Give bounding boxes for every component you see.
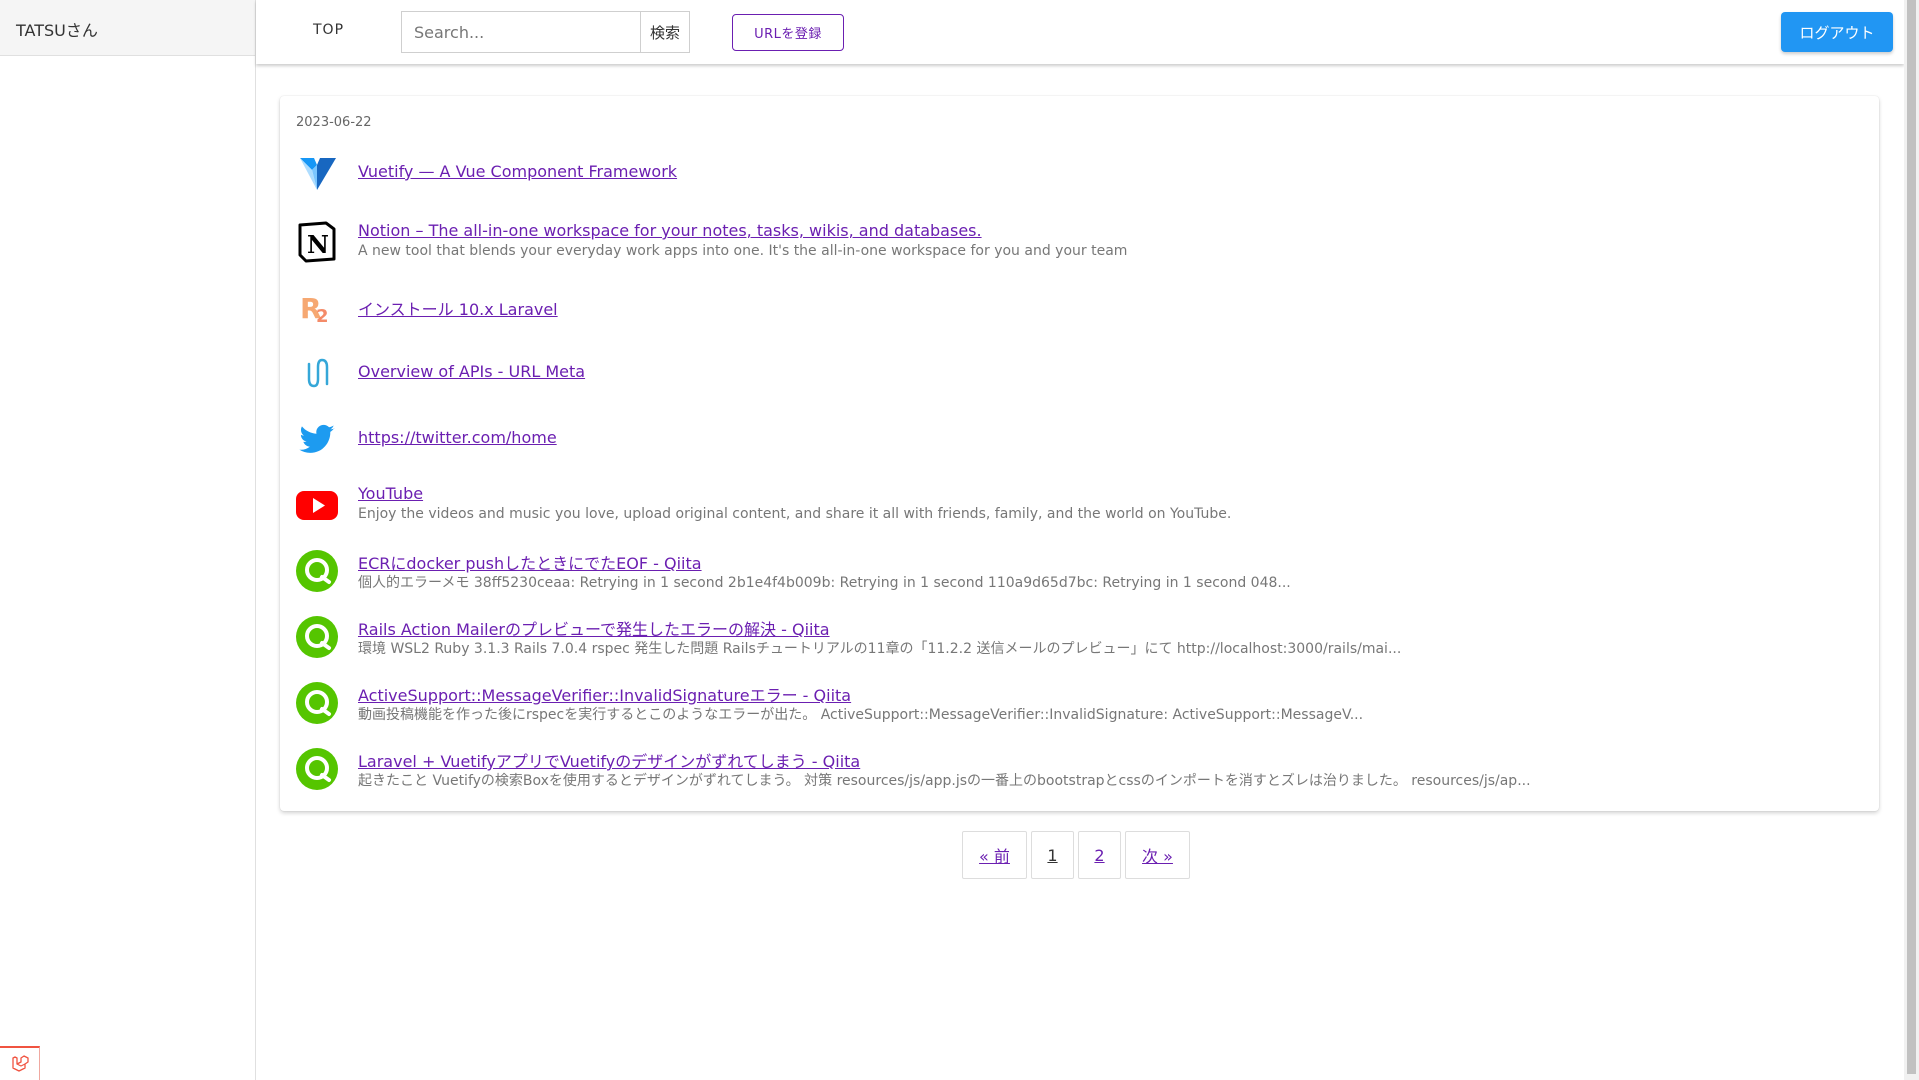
bookmark-title[interactable]: Rails Action Mailerのプレビューで発生したエラーの解決 - Q… bbox=[358, 616, 830, 640]
bookmark-title[interactable]: Notion – The all-in-one workspace for yo… bbox=[358, 221, 982, 240]
sidebar-user-name[interactable]: TATSUさん bbox=[0, 0, 255, 56]
svg-text:2: 2 bbox=[316, 306, 329, 327]
bookmark-description: 動画投稿機能を作った後にrspecを実行するとこのようなエラーが出た。 Acti… bbox=[358, 707, 1364, 723]
qiita-icon bbox=[296, 616, 338, 658]
register-url-button[interactable]: URLを登録 bbox=[732, 14, 844, 51]
scrollbar-thumb[interactable] bbox=[1907, 0, 1916, 1074]
bookmark-title[interactable]: ECRにdocker pushしたときにでたEOF - Qiita bbox=[358, 550, 702, 574]
logout-button[interactable]: ログアウト bbox=[1781, 12, 1893, 52]
pagination: « 前 1 2 次 » bbox=[962, 831, 1190, 879]
scrollbar[interactable] bbox=[1904, 0, 1919, 1080]
bookmark-card: 2023-06-22 Vuetify — A Vue Component Fra… bbox=[280, 96, 1879, 811]
bookmark-title[interactable]: ActiveSupport::MessageVerifier::InvalidS… bbox=[358, 682, 851, 706]
svg-text:N: N bbox=[307, 230, 329, 259]
bookmark-title[interactable]: YouTube bbox=[358, 484, 423, 503]
bookmark-title[interactable]: インストール 10.x Laravel bbox=[358, 296, 558, 320]
pagination-prev[interactable]: « 前 bbox=[962, 831, 1027, 879]
bookmark-title[interactable]: Laravel + VuetifyアプリでVuetifyのデザインがずれてしまう… bbox=[358, 748, 860, 772]
search-form: 検索 bbox=[401, 11, 690, 53]
nav-top-link[interactable]: TOP bbox=[313, 22, 344, 38]
qiita-icon bbox=[296, 748, 338, 790]
bookmark-description: Enjoy the videos and music you love, upl… bbox=[358, 506, 1232, 522]
bookmark-title[interactable]: Vuetify — A Vue Component Framework bbox=[358, 162, 677, 181]
readouble-icon: R 2 bbox=[296, 286, 338, 328]
qiita-icon bbox=[296, 682, 338, 724]
bookmark-title[interactable]: https://twitter.com/home bbox=[358, 428, 557, 447]
search-input[interactable] bbox=[401, 11, 641, 53]
pagination-page-1[interactable]: 1 bbox=[1031, 831, 1074, 879]
bookmark-title[interactable]: Overview of APIs - URL Meta bbox=[358, 362, 585, 381]
youtube-icon bbox=[296, 484, 338, 526]
vuetify-icon bbox=[296, 152, 338, 194]
bookmark-description: 起きたこと Vuetifyの検索Boxを使用するとデザインがずれてしまう。 対策… bbox=[358, 773, 1531, 789]
pagination-page-2[interactable]: 2 bbox=[1078, 831, 1121, 879]
urlmeta-icon bbox=[296, 352, 338, 394]
top-app-bar: TOP 検索 URLを登録 ログアウト bbox=[256, 0, 1904, 64]
search-button[interactable]: 検索 bbox=[641, 11, 690, 53]
sidebar: TATSUさん bbox=[0, 0, 256, 1080]
qiita-icon bbox=[296, 550, 338, 592]
laravel-icon[interactable] bbox=[0, 1046, 40, 1080]
bookmark-description: A new tool that blends your everyday wor… bbox=[358, 243, 1128, 259]
bookmark-date: 2023-06-22 bbox=[296, 115, 372, 130]
bookmark-description: 個人的エラーメモ 38ff5230ceaa: Retrying in 1 sec… bbox=[358, 575, 1291, 591]
twitter-icon bbox=[296, 418, 338, 460]
notion-icon: N bbox=[296, 221, 338, 263]
bookmark-description: 環境 WSL2 Ruby 3.1.3 Rails 7.0.4 rspec 発生し… bbox=[358, 641, 1402, 657]
pagination-next[interactable]: 次 » bbox=[1125, 831, 1190, 879]
